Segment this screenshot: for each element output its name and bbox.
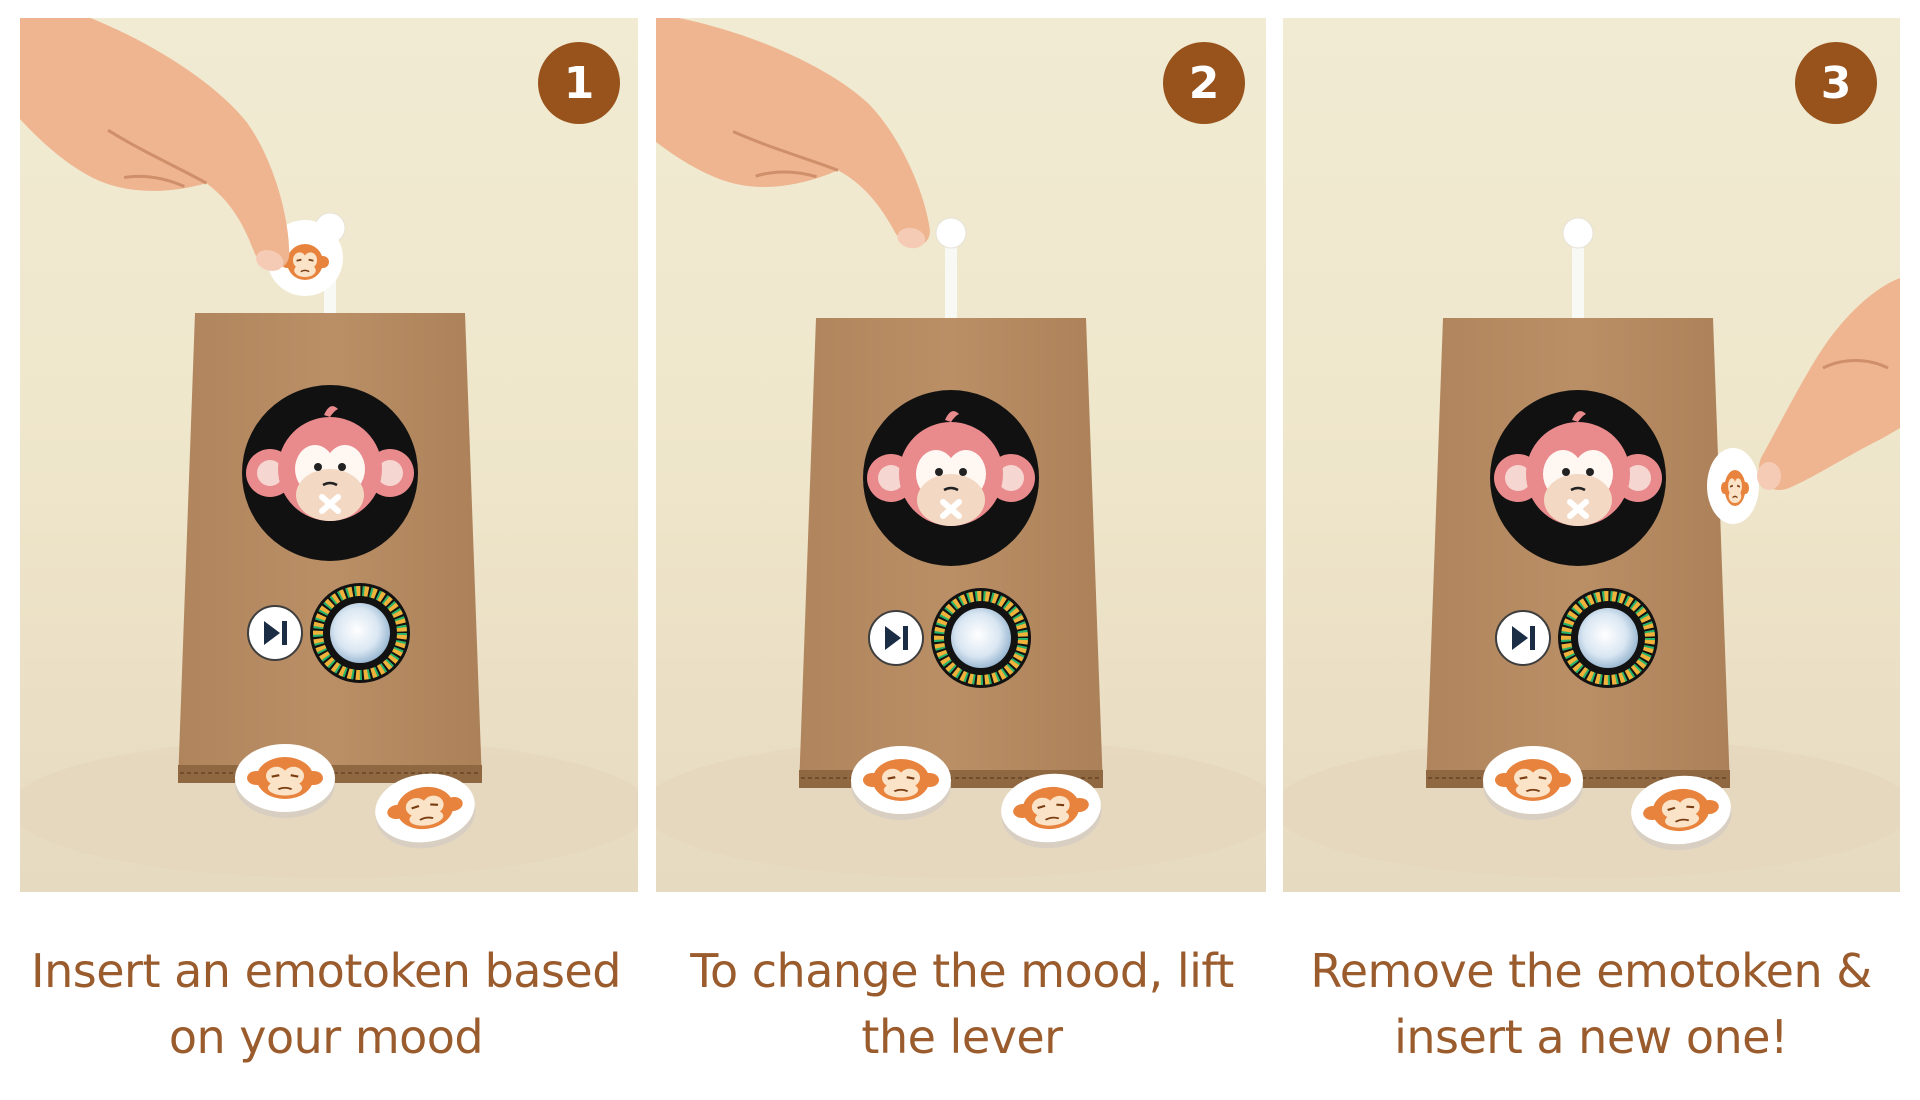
step-2-photo: 2 — [656, 18, 1266, 892]
step-2-caption: To change the mood, lift the lever — [652, 938, 1272, 1070]
emotoken-icon — [1483, 746, 1583, 820]
step-number-badge: 1 — [538, 42, 620, 124]
caption-line: the lever — [861, 1010, 1063, 1064]
caption-line: To change the mood, lift — [690, 944, 1234, 998]
cardboard-box — [1426, 218, 1730, 788]
step-number-badge: 3 — [1795, 42, 1877, 124]
cardboard-box — [799, 218, 1103, 788]
caption-line: insert a new one! — [1394, 1010, 1788, 1064]
step-3-photo: 3 — [1283, 18, 1900, 892]
caption-line: Remove the emotoken & — [1310, 944, 1872, 998]
hand-icon — [656, 18, 961, 253]
caption-line: on your mood — [168, 1010, 484, 1064]
hand-icon — [1757, 278, 1900, 490]
caption-line: Insert an emotoken based — [31, 944, 621, 998]
step-2-scene — [656, 18, 1266, 878]
emotoken-icon — [235, 744, 335, 818]
step-1-scene — [20, 18, 638, 878]
step-1-caption: Insert an emotoken based on your mood — [16, 938, 636, 1070]
step-1-photo: 1 — [20, 18, 638, 892]
step-3-scene — [1283, 18, 1900, 878]
step-number-badge: 2 — [1163, 42, 1245, 124]
emotoken-icon — [1707, 448, 1759, 524]
cardboard-box — [178, 213, 482, 783]
emotoken-icon — [851, 746, 951, 820]
step-3-caption: Remove the emotoken & insert a new one! — [1281, 938, 1901, 1070]
